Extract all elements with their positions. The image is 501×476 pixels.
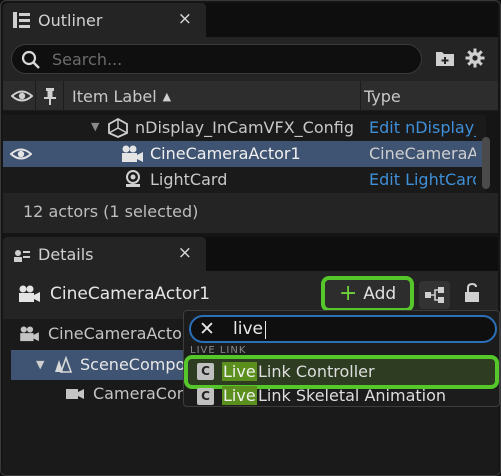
text-caret xyxy=(265,321,266,339)
row-type-link[interactable]: Edit nDisplay_ xyxy=(369,118,476,137)
blueprint-icon xyxy=(425,287,444,303)
lock-icon[interactable] xyxy=(463,283,481,303)
tab-title: Details xyxy=(38,244,94,264)
row-type-link[interactable]: Edit LightCard xyxy=(369,170,476,189)
tree-row[interactable]: ▼ nDisplay_InCamVFX_Config Edit nDisplay… xyxy=(3,115,486,141)
sort-ascending-icon: ▲ xyxy=(162,89,172,103)
visibility-eye-icon[interactable] xyxy=(10,145,32,163)
actor-count-status: 12 actors (1 selected) xyxy=(23,202,199,221)
search-input[interactable]: Search... xyxy=(11,44,422,74)
close-icon[interactable]: × xyxy=(178,243,192,263)
column-type[interactable]: Type xyxy=(364,81,401,111)
component-search-input[interactable]: ✕ live xyxy=(189,315,497,343)
gear-icon[interactable] xyxy=(465,48,485,68)
tab-outliner[interactable]: Outliner × xyxy=(3,3,206,37)
component-class-icon: C xyxy=(197,363,214,380)
component-label: SceneCompo xyxy=(80,355,186,374)
outliner-toolbar: Search... xyxy=(3,37,498,81)
component-label: CineCameraActor xyxy=(48,324,189,343)
scene-component-icon xyxy=(55,356,73,373)
editor-window: Outliner × Search... Item Label ▲ Type ▼… xyxy=(0,0,501,476)
ndisplay-config-icon xyxy=(108,118,128,138)
search-match-highlight: Live xyxy=(222,386,257,405)
search-value: live xyxy=(233,319,263,339)
add-component-button[interactable]: + Add xyxy=(321,276,414,312)
clear-search-icon[interactable]: ✕ xyxy=(199,318,215,340)
chevron-down-icon[interactable]: ▼ xyxy=(91,120,99,133)
details-tabbar: Details × xyxy=(3,237,498,271)
outliner-tree: ▼ nDisplay_InCamVFX_Config Edit nDisplay… xyxy=(3,115,486,193)
cine-camera-icon xyxy=(20,326,39,342)
menu-item-live-link-skeletal-animation[interactable]: C Live Link Skeletal Animation xyxy=(184,384,499,408)
row-label: nDisplay_InCamVFX_Config xyxy=(135,118,354,137)
outliner-scrollbar[interactable] xyxy=(482,137,490,189)
cine-camera-icon xyxy=(122,145,143,162)
tab-title: Outliner xyxy=(38,10,103,30)
search-match-highlight: Live xyxy=(222,362,257,381)
actor-name: CineCameraActor1 xyxy=(50,284,211,304)
outliner-column-header: Item Label ▲ Type xyxy=(3,81,498,111)
row-label: LightCard xyxy=(150,170,228,189)
light-card-icon xyxy=(126,170,140,187)
add-button-label: Add xyxy=(363,284,397,304)
outliner-icon xyxy=(13,12,30,28)
outliner-status-bar: 12 actors (1 selected) xyxy=(3,193,498,233)
menu-item-label: Link Skeletal Animation xyxy=(258,386,447,405)
component-class-icon: C xyxy=(197,388,214,405)
add-component-menu: ✕ live LIVE LINK C Live Link Controller … xyxy=(183,310,500,407)
chevron-down-icon[interactable]: ▼ xyxy=(36,358,44,371)
add-folder-icon[interactable] xyxy=(435,49,455,67)
search-placeholder: Search... xyxy=(52,50,123,69)
cine-camera-icon xyxy=(19,285,40,302)
row-type: CineCameraAc xyxy=(369,144,476,163)
outliner-tabbar: Outliner × xyxy=(3,3,498,37)
search-icon xyxy=(21,50,40,69)
visibility-eye-icon[interactable] xyxy=(11,81,33,111)
menu-item-label: Link Controller xyxy=(258,362,375,381)
row-label: CineCameraActor1 xyxy=(150,144,301,163)
close-icon[interactable]: × xyxy=(178,9,192,29)
details-icon xyxy=(14,250,30,262)
plus-icon: + xyxy=(338,281,358,306)
tab-details[interactable]: Details × xyxy=(3,237,206,271)
tree-row-selected[interactable]: CineCameraActor1 CineCameraAc xyxy=(3,141,486,167)
tree-row[interactable]: LightCard Edit LightCard xyxy=(3,167,486,193)
blueprint-button[interactable] xyxy=(419,281,450,309)
camera-component-icon xyxy=(66,389,84,399)
column-item-label[interactable]: Item Label ▲ xyxy=(72,81,171,111)
component-label: CameraCom xyxy=(93,384,193,403)
pin-icon[interactable] xyxy=(43,81,57,111)
